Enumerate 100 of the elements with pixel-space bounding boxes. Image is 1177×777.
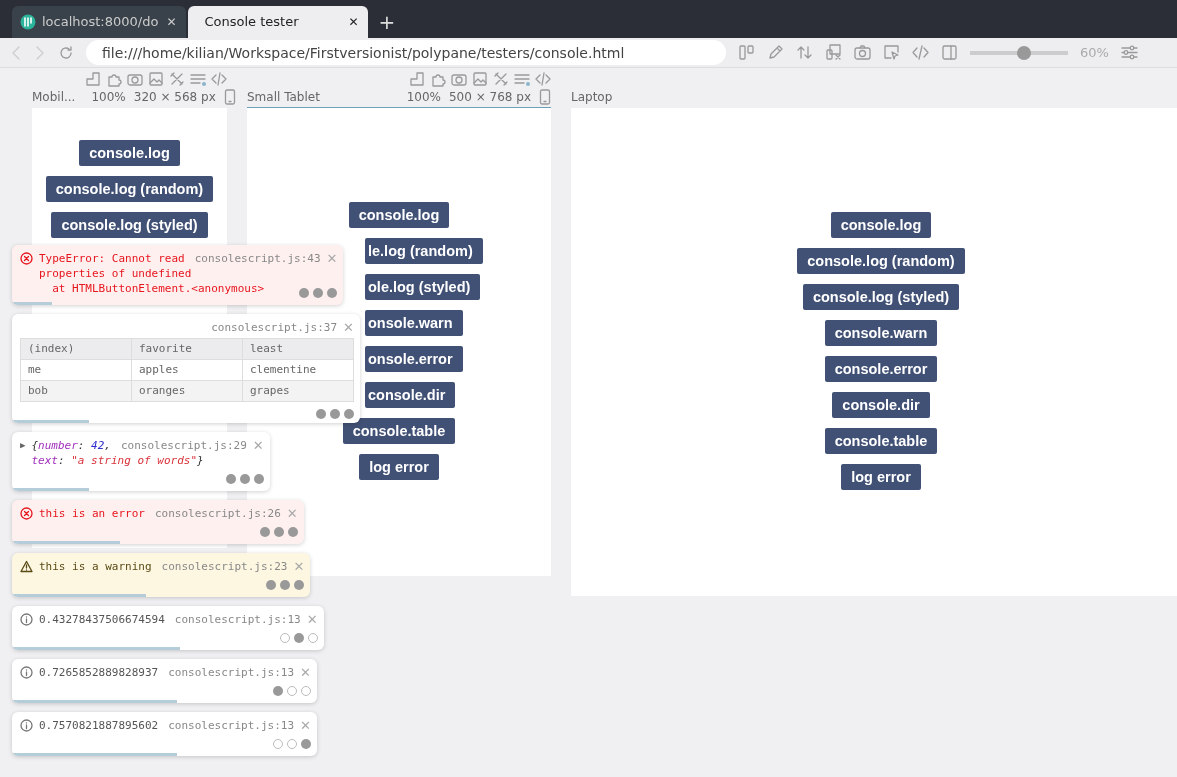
console-button[interactable]: console.error: [824, 356, 938, 382]
dot-indicator[interactable]: [225, 474, 236, 484]
pencil-icon[interactable]: [767, 44, 784, 61]
pane-zoom: 100%: [91, 89, 126, 106]
console-button[interactable]: onsole.warn: [365, 310, 463, 336]
browser-tab[interactable]: Console tester ✕: [188, 6, 369, 38]
dot-indicator[interactable]: [330, 409, 340, 419]
console-button[interactable]: console.log: [830, 212, 932, 238]
console-button[interactable]: console.log (styled): [802, 284, 960, 310]
camera-icon[interactable]: [127, 71, 143, 87]
pane-title[interactable]: Mobil...: [32, 88, 76, 106]
console-button[interactable]: console.log (random): [797, 248, 965, 274]
source-link[interactable]: consolescript.js:29: [116, 438, 247, 453]
log-message: 0.7265852889828937: [39, 665, 159, 680]
dot-indicator[interactable]: [259, 527, 270, 537]
pane-title[interactable]: Small Tablet: [247, 88, 320, 106]
dot-indicator[interactable]: [293, 633, 304, 643]
object-preview: text: "a string of words"}: [31, 453, 204, 468]
source-link[interactable]: consolescript.js:13: [164, 665, 295, 680]
source-link[interactable]: consolescript.js:13: [170, 612, 301, 627]
back-icon[interactable]: [10, 44, 22, 61]
console-button[interactable]: console.log: [79, 140, 180, 166]
log-message: this is an error: [39, 506, 145, 521]
console-button[interactable]: le.log (random): [365, 238, 483, 264]
tab-title: Console tester: [204, 13, 300, 32]
layout-icon[interactable]: [738, 44, 755, 61]
console-button[interactable]: ole.log (styled): [365, 274, 481, 300]
dot-indicator[interactable]: [272, 686, 283, 696]
dot-indicator[interactable]: [280, 580, 291, 590]
puzzle-icon[interactable]: [106, 71, 122, 87]
source-link[interactable]: consolescript.js:13: [164, 718, 295, 733]
console-button[interactable]: console.log (random): [45, 176, 214, 202]
dot-indicator[interactable]: [300, 739, 311, 749]
dot-indicator[interactable]: [253, 474, 264, 484]
browser-tab[interactable]: localhost:8000/do ✕: [12, 6, 187, 38]
log-message: 0.7570821887895602: [39, 718, 159, 733]
sliders-icon[interactable]: [514, 71, 530, 87]
ruler-icon[interactable]: [85, 71, 101, 87]
source-link[interactable]: consolescript.js:37: [207, 320, 338, 335]
pane-title[interactable]: Laptop: [571, 88, 613, 106]
console-button[interactable]: log error: [359, 454, 439, 480]
image-icon[interactable]: [472, 71, 488, 87]
table-header: favorite: [131, 338, 243, 360]
tools-icon[interactable]: [493, 71, 509, 87]
devices-icon[interactable]: [825, 44, 842, 61]
warning-icon: [20, 560, 33, 573]
ruler-icon[interactable]: [409, 71, 425, 87]
console-button[interactable]: console.log: [348, 202, 450, 228]
console-button[interactable]: log error: [841, 464, 921, 490]
console-button[interactable]: console.table: [342, 418, 456, 444]
console-button[interactable]: onsole.error: [365, 346, 463, 372]
address-field[interactable]: file:///home/kilian/Workspace/Firstversionist/polypane/testers/console.html: [86, 40, 726, 65]
log-message: TypeError: Cannot read: [39, 251, 185, 266]
phone-icon[interactable]: [539, 89, 551, 105]
log-message: this is a warning: [39, 559, 152, 574]
dot-indicator[interactable]: [287, 527, 298, 537]
camera-icon[interactable]: [854, 44, 871, 61]
dot-indicator[interactable]: [316, 409, 326, 419]
dot-indicator[interactable]: [344, 409, 354, 419]
table-cell: clementine: [242, 359, 354, 381]
reload-icon[interactable]: [58, 44, 74, 61]
sliders-icon[interactable]: [190, 71, 206, 87]
dot-indicator[interactable]: [294, 580, 305, 590]
error-icon: [20, 507, 33, 520]
table-cell: me: [20, 359, 132, 381]
console-button[interactable]: console.dir: [365, 382, 456, 408]
console-button[interactable]: console.warn: [824, 320, 938, 346]
dot-indicator[interactable]: [239, 474, 250, 484]
tab-title: localhost:8000/do: [42, 13, 159, 32]
object-preview: {number: 42,: [31, 438, 111, 453]
sort-arrows-icon[interactable]: [796, 44, 813, 61]
puzzle-icon[interactable]: [430, 71, 446, 87]
console-button[interactable]: console.dir: [832, 392, 930, 418]
console-button[interactable]: console.table: [824, 428, 938, 454]
logo-icon: [20, 14, 36, 30]
info-icon: [20, 666, 33, 679]
table-header: least: [242, 338, 354, 360]
panel-icon[interactable]: [941, 44, 958, 61]
code-icon[interactable]: [211, 71, 227, 87]
code-icon[interactable]: [912, 44, 929, 61]
dot-indicator[interactable]: [299, 288, 310, 298]
forward-icon[interactable]: [34, 44, 46, 61]
new-tab-button[interactable]: +: [370, 7, 404, 37]
expand-toggle[interactable]: ▶: [20, 438, 26, 453]
camera-icon[interactable]: [451, 71, 467, 87]
dot-indicator[interactable]: [266, 580, 277, 590]
console-button[interactable]: console.log (styled): [51, 212, 208, 238]
dot-indicator[interactable]: [273, 527, 284, 537]
phone-icon[interactable]: [223, 89, 236, 105]
settings-icon[interactable]: [1120, 44, 1138, 61]
table-cell: apples: [131, 359, 243, 381]
table-header: (index): [20, 338, 132, 360]
dot-indicator[interactable]: [327, 288, 338, 298]
tools-icon[interactable]: [169, 71, 185, 87]
dot-indicator[interactable]: [313, 288, 324, 298]
info-icon: [20, 613, 33, 626]
image-icon[interactable]: [148, 71, 164, 87]
code-icon[interactable]: [535, 71, 551, 87]
select-icon[interactable]: [883, 44, 900, 61]
pane-size: 500 × 768 px: [448, 89, 531, 106]
